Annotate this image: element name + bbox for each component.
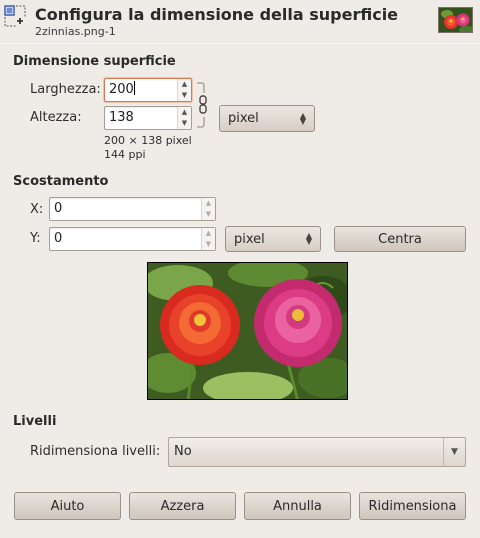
offset-section-title: Scostamento (13, 174, 109, 189)
height-input[interactable]: 138 ▲ ▼ (104, 106, 192, 130)
resize-layers-select[interactable]: No ▼ (168, 437, 466, 467)
resize-layers-label: Ridimensiona livelli: (30, 444, 161, 459)
dialog-title: Configura la dimensione della superficie (35, 5, 399, 24)
canvas-size-icon (4, 5, 26, 27)
layers-section-title: Livelli (13, 414, 57, 429)
select-updown-icon: ▲ ▼ (299, 110, 306, 126)
height-decrement[interactable]: ▼ (178, 118, 191, 129)
width-label: Larghezza: (30, 82, 101, 97)
height-label: Altezza: (30, 110, 82, 125)
dimensions-info: 200 × 138 pixel (104, 134, 192, 147)
width-decrement[interactable]: ▼ (178, 90, 191, 101)
offset-y-decrement[interactable]: ▼ (202, 239, 215, 250)
height-value: 138 (109, 110, 134, 125)
height-increment[interactable]: ▲ (178, 107, 191, 118)
offset-x-label: X: (30, 202, 44, 217)
offset-unit-value: pixel (234, 231, 265, 247)
dropdown-arrow-icon: ▼ (443, 438, 465, 466)
offset-x-value: 0 (54, 201, 63, 216)
offset-y-label: Y: (30, 231, 41, 246)
size-unit-value: pixel (228, 111, 259, 126)
header-separator (0, 43, 480, 44)
chain-link-icon[interactable] (197, 81, 207, 129)
image-name: 2zinnias.png-1 (35, 25, 116, 38)
help-button[interactable]: Aiuto (14, 492, 121, 520)
canvas-size-section-title: Dimensione superficie (13, 54, 176, 69)
reset-button[interactable]: Azzera (129, 492, 236, 520)
offset-y-increment[interactable]: ▲ (202, 228, 215, 239)
text-cursor (133, 81, 135, 95)
offset-x-input[interactable]: 0 ▲ ▼ (49, 197, 216, 221)
resize-layers-value: No (174, 444, 192, 459)
image-thumbnail (438, 7, 473, 33)
cancel-button[interactable]: Annulla (244, 492, 351, 520)
resolution-info: 144 ppi (104, 148, 146, 161)
width-value: 200 (109, 82, 134, 97)
width-input[interactable]: 200 ▲ ▼ (104, 78, 192, 102)
offset-y-value: 0 (54, 231, 63, 246)
size-unit-select[interactable]: pixel ▲ ▼ (219, 105, 315, 132)
resize-button[interactable]: Ridimensiona (359, 492, 466, 520)
select-updown-icon: ▲ ▼ (305, 231, 312, 246)
offset-x-decrement[interactable]: ▼ (202, 209, 215, 220)
offset-y-input[interactable]: 0 ▲ ▼ (49, 227, 216, 251)
width-increment[interactable]: ▲ (178, 79, 191, 90)
offset-unit-select[interactable]: pixel ▲ ▼ (225, 226, 321, 252)
offset-x-increment[interactable]: ▲ (202, 198, 215, 209)
center-button[interactable]: Centra (334, 226, 466, 252)
canvas-preview[interactable] (147, 262, 348, 400)
